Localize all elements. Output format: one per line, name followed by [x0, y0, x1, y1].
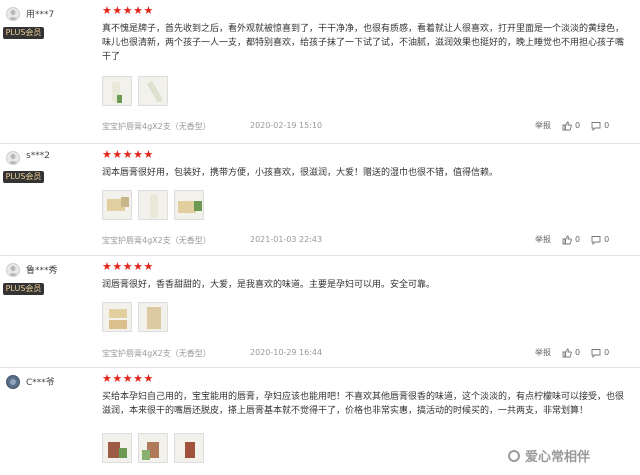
like-count: 0 [575, 348, 581, 357]
star-rating: ★★★★★ [102, 372, 154, 385]
review-image[interactable] [138, 433, 168, 463]
review-item: s***2 PLUS会员 ★★★★★ 润本唇膏很好用，包装好，携带方便，小孩喜欢… [0, 144, 640, 256]
review-item: 鲁***秀 PLUS会员 ★★★★★ 润唇膏很好，香香甜甜的，大爱，是我喜欢的味… [0, 256, 640, 368]
comment-count: 0 [604, 121, 610, 130]
review-image[interactable] [138, 190, 168, 220]
user-avatar-icon[interactable] [6, 151, 20, 165]
report-button[interactable]: 举报 [535, 120, 551, 131]
review-image[interactable] [174, 433, 204, 463]
review-image[interactable] [138, 76, 168, 106]
product-variant: 宝宝护唇膏4gX2支（无香型） [102, 122, 211, 131]
user-avatar-icon[interactable] [6, 263, 20, 277]
review-image[interactable] [102, 190, 132, 220]
review-actions: 举报 0 0 [535, 234, 609, 245]
chat-bubble-icon [591, 348, 601, 358]
like-button[interactable]: 0 [562, 235, 580, 245]
review-item: 用***7 PLUS会员 ★★★★★ 真不愧是牌子，首先收到之后，看外观就被惊喜… [0, 0, 640, 144]
comment-button[interactable]: 0 [591, 235, 609, 245]
comment-button[interactable]: 0 [591, 348, 609, 358]
review-images [102, 433, 204, 463]
review-date: 2021-01-03 22:43 [250, 235, 323, 244]
star-rating: ★★★★★ [102, 260, 154, 273]
thumbs-up-icon [562, 121, 572, 130]
comment-count: 0 [604, 235, 610, 244]
thumbs-up-icon [562, 235, 572, 244]
like-button[interactable]: 0 [562, 348, 580, 358]
user-avatar-icon[interactable] [6, 7, 20, 21]
review-image[interactable] [174, 190, 204, 220]
review-images [102, 302, 168, 332]
star-rating: ★★★★★ [102, 4, 154, 17]
username: s***2 [26, 151, 50, 161]
star-rating: ★★★★★ [102, 148, 154, 161]
review-text: 真不愧是牌子，首先收到之后，看外观就被惊喜到了，干干净净，也很有质感，看着就让人… [102, 24, 625, 62]
review-date: 2020-10-29 16:44 [250, 348, 323, 357]
review-date: 2020-02-19 15:10 [250, 121, 323, 130]
plus-member-badge: PLUS会员 [3, 171, 44, 183]
review-actions: 举报 0 0 [535, 347, 609, 358]
review-image[interactable] [138, 302, 168, 332]
user-avatar-icon[interactable] [6, 375, 20, 389]
review-text: 润本唇膏很好用，包装好，携带方便，小孩喜欢，很滋润，大爱！赠送的湿巾也很不错，值… [102, 168, 499, 178]
watermark: 爱心常相伴 [508, 446, 590, 465]
plus-member-badge: PLUS会员 [3, 27, 44, 39]
username: 用***7 [26, 10, 55, 20]
review-images [102, 190, 204, 220]
product-variant: 宝宝护唇膏4gX2支（无香型） [102, 236, 211, 245]
review-image[interactable] [102, 302, 132, 332]
username: C***爷 [26, 378, 55, 388]
plus-member-badge: PLUS会员 [3, 283, 44, 295]
review-images [102, 76, 168, 106]
review-image[interactable] [102, 433, 132, 463]
review-text: 买给本孕妇自己用的，宝宝能用的唇膏，孕妇应该也能用吧！不喜欢其他唇膏很香的味道，… [102, 392, 625, 416]
report-button[interactable]: 举报 [535, 347, 551, 358]
chat-bubble-icon [591, 235, 601, 245]
like-button[interactable]: 0 [562, 121, 580, 131]
thumbs-up-icon [562, 348, 572, 357]
review-actions: 举报 0 0 [535, 120, 609, 131]
like-count: 0 [575, 121, 581, 130]
product-variant: 宝宝护唇膏4gX2支（无香型） [102, 349, 211, 358]
comment-button[interactable]: 0 [591, 121, 609, 131]
review-image[interactable] [102, 76, 132, 106]
report-button[interactable]: 举报 [535, 234, 551, 245]
like-count: 0 [575, 235, 581, 244]
review-text: 润唇膏很好，香香甜甜的，大爱，是我喜欢的味道。主要是孕妇可以用。安全可靠。 [102, 280, 436, 290]
watermark-text: 爱心常相伴 [525, 450, 591, 465]
comment-count: 0 [604, 348, 610, 357]
username: 鲁***秀 [26, 266, 58, 276]
watermark-logo-icon [508, 449, 520, 462]
chat-bubble-icon [591, 121, 601, 131]
